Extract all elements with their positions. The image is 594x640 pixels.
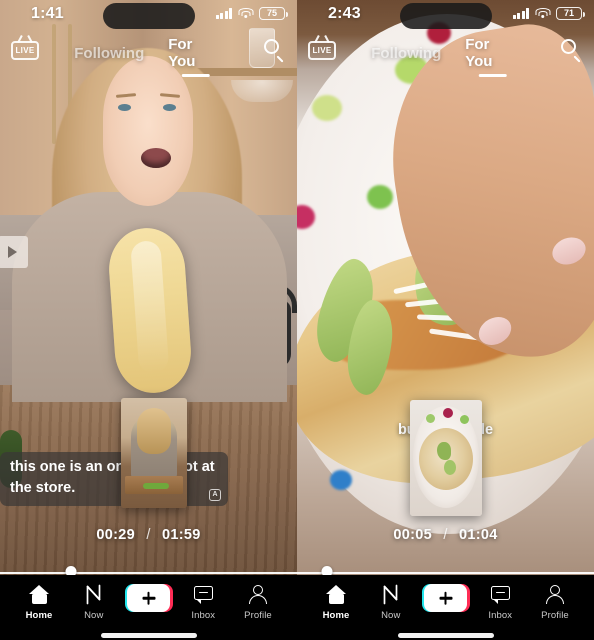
person-face: [103, 56, 193, 206]
video-progress-bar-right[interactable]: [297, 566, 594, 577]
nav-item-profile[interactable]: Profile: [530, 584, 580, 621]
tab-for-you[interactable]: For You: [168, 36, 223, 77]
playback-timestamp-left: 00:29 / 01:59: [0, 527, 297, 543]
pip-person-hair: [137, 408, 171, 454]
create-plus-icon[interactable]: [421, 584, 470, 612]
nav-item-now[interactable]: Now: [366, 584, 416, 621]
now-flag-icon: [379, 584, 402, 605]
nav-label-profile: Profile: [541, 610, 569, 621]
home-indicator-left: [100, 633, 197, 638]
nav-label-home: Home: [25, 610, 53, 621]
pip-avocado: [444, 460, 456, 475]
nav-item-inbox[interactable]: Inbox: [178, 584, 228, 621]
picture-in-picture-preview-right[interactable]: [410, 400, 482, 516]
plus-glyph: [439, 592, 452, 604]
inbox-message-icon: [192, 584, 215, 605]
status-bar-right: 2:43 71: [297, 0, 594, 30]
now-flag-icon: [82, 584, 105, 605]
top-navigation-left: LIVE Following For You: [0, 34, 297, 70]
nav-item-home[interactable]: Home: [311, 584, 361, 621]
nav-label-profile: Profile: [244, 610, 272, 621]
battery-icon: 75: [259, 7, 288, 20]
phone-panel-right: 2:43 71 LIVE Following For You bu: [297, 0, 594, 640]
eye: [118, 104, 131, 111]
profile-person-icon: [544, 584, 567, 605]
nav-label-home: Home: [322, 610, 350, 621]
picture-in-picture-preview-left[interactable]: [121, 398, 187, 508]
pip-avocado: [437, 442, 451, 460]
mouth: [141, 148, 171, 168]
wifi-icon: [535, 8, 550, 19]
video-progress-bar-left[interactable]: [0, 566, 297, 577]
auto-captions-badge[interactable]: A: [209, 489, 221, 502]
time-separator: /: [443, 527, 448, 543]
tab-following[interactable]: Following: [74, 45, 144, 69]
eye: [163, 104, 176, 111]
battery-level: 71: [563, 8, 574, 18]
nav-label-now: Now: [84, 610, 104, 621]
inbox-message-icon: [489, 584, 512, 605]
status-indicators: 75: [215, 7, 288, 20]
progress-track: [297, 571, 594, 574]
playback-timestamp-right: 00:05 / 01:04: [297, 527, 594, 543]
total-duration: 01:59: [162, 527, 201, 543]
search-icon[interactable]: [262, 37, 286, 63]
create-plus-icon[interactable]: [124, 584, 173, 612]
live-tv-icon: LIVE: [308, 40, 336, 60]
baguette-bread: [106, 225, 194, 396]
total-duration: 01:04: [459, 527, 498, 543]
nav-item-create[interactable]: [421, 584, 471, 612]
plate-dot: [367, 185, 393, 209]
phone-panel-left: 1:41 75 LIVE Following For You this one …: [0, 0, 297, 640]
live-label: LIVE: [15, 45, 35, 55]
dual-phone-screenshot: 1:41 75 LIVE Following For You this one …: [0, 0, 594, 640]
plate-dot: [330, 470, 352, 490]
pip-cucumber: [143, 483, 169, 489]
nav-item-now[interactable]: Now: [69, 584, 119, 621]
progress-track: [0, 571, 297, 574]
status-bar-left: 1:41 75: [0, 0, 297, 30]
nav-label-inbox: Inbox: [488, 610, 513, 621]
top-navigation-right: LIVE Following For You: [297, 34, 594, 70]
nav-label-now: Now: [381, 610, 401, 621]
cellular-bars-icon: [512, 8, 529, 19]
live-button[interactable]: LIVE: [307, 36, 337, 64]
play-overlay-icon: [0, 236, 28, 268]
battery-level: 75: [266, 8, 277, 18]
live-tv-icon: LIVE: [11, 40, 39, 60]
time-separator: /: [146, 527, 151, 543]
pip-plate-dot: [443, 408, 453, 418]
profile-person-icon: [247, 584, 270, 605]
nav-item-create[interactable]: [124, 584, 174, 612]
status-time: 2:43: [328, 5, 361, 22]
feed-tabs-right: Following For You: [371, 36, 520, 77]
cellular-bars-icon: [215, 8, 232, 19]
bottom-nav-right: Home Now Inbox Profile: [297, 575, 594, 640]
wifi-icon: [238, 8, 253, 19]
status-indicators: 71: [512, 7, 585, 20]
pip-plate-dot: [426, 414, 435, 423]
nav-item-profile[interactable]: Profile: [233, 584, 283, 621]
tab-following[interactable]: Following: [371, 45, 441, 69]
nav-label-inbox: Inbox: [191, 610, 216, 621]
video-caption-left: this one is an onio hat I got at the sto…: [0, 452, 228, 507]
bottom-nav-left: Home Now Inbox Profile: [0, 575, 297, 640]
home-icon: [325, 584, 348, 605]
nav-item-home[interactable]: Home: [14, 584, 64, 621]
battery-icon: 71: [556, 7, 585, 20]
home-indicator-right: [397, 633, 494, 638]
live-button[interactable]: LIVE: [10, 36, 40, 64]
live-label: LIVE: [312, 45, 332, 55]
status-time: 1:41: [31, 5, 64, 22]
nav-item-inbox[interactable]: Inbox: [475, 584, 525, 621]
search-icon[interactable]: [559, 37, 583, 63]
pip-plate-dot: [460, 415, 469, 424]
plate-dot: [312, 95, 342, 121]
tab-for-you[interactable]: For You: [465, 36, 520, 77]
plus-glyph: [142, 592, 155, 604]
current-time: 00:29: [96, 527, 135, 543]
current-time: 00:05: [393, 527, 432, 543]
feed-tabs-left: Following For You: [74, 36, 223, 77]
home-icon: [28, 584, 51, 605]
